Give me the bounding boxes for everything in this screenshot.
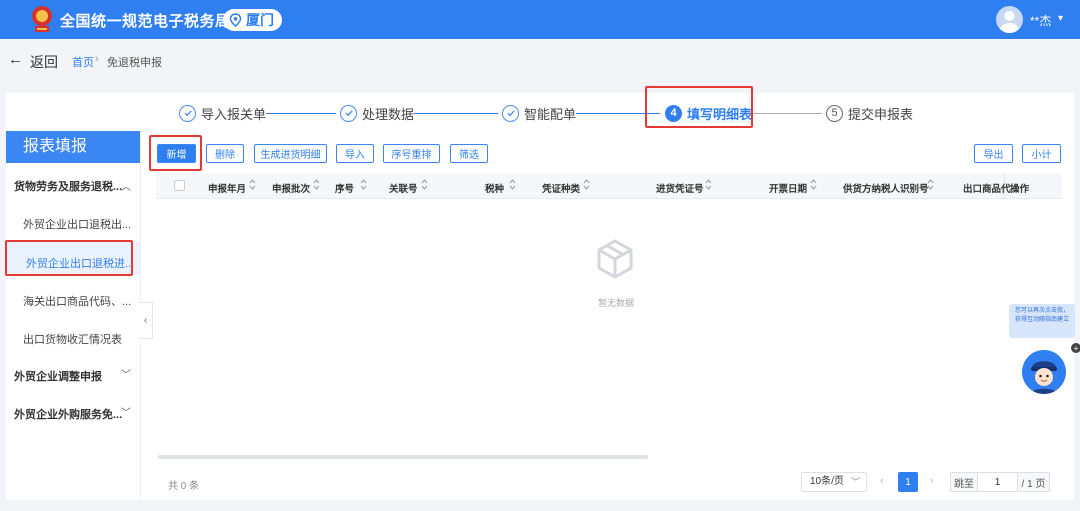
sort-icon[interactable] [421,178,428,191]
user-avatar-icon [999,11,1020,33]
total-count: 共 0 条 [168,481,200,492]
chevron-down-icon[interactable]: ﹀ [121,366,131,381]
breadcrumb-home[interactable]: 首页 [72,54,94,70]
sidebar-group-adjustment[interactable]: 外贸企业调整申报 [14,368,102,384]
chevron-down-icon[interactable]: ﹀ [121,404,131,419]
chevron-down-icon: ﹀ [850,477,860,487]
sidebar-title: 报表填报 [6,131,140,163]
step-process-data[interactable]: 处理数据 [340,102,414,124]
assistant-tip-bubble[interactable]: 您可以再次点击我，获得互动随指南建立 [1009,304,1075,338]
column-header[interactable]: 序号 [335,181,354,195]
empty-box-icon [597,239,633,279]
tax-emblem-icon [32,6,52,32]
sidebar-item-export-refund-out[interactable]: 外贸企业出口退税出... [23,216,131,232]
column-header[interactable]: 税种 [485,181,504,195]
sidebar-item-customs-code[interactable]: 海关出口商品代码、... [23,293,131,309]
sort-icon[interactable] [249,178,256,191]
breadcrumb-separator: › [95,53,99,65]
step-label: 提交申报表 [848,106,914,122]
chevron-down-icon[interactable]: ▾ [1058,13,1063,24]
sidebar-item-forex-receipt[interactable]: 出口货物收汇情况表 [23,331,122,347]
column-header[interactable]: 关联号 [389,181,418,195]
prev-page-icon[interactable]: ‹ [880,475,884,487]
step-import-declaration[interactable]: 导入报关单 [179,102,266,124]
sort-icon[interactable] [810,178,817,191]
highlight-add-button [149,135,202,171]
step-number: 5 [826,104,843,122]
column-header[interactable]: 操作 [1010,181,1029,195]
city-label: 厦门 [246,12,274,28]
step-connector [266,113,336,114]
column-header[interactable]: 进货凭证号 [656,181,704,195]
step-connector [414,113,498,114]
breadcrumb-current: 免退税申报 [107,57,162,69]
step-submit-report[interactable]: 5 提交申报表 [826,102,913,124]
sidebar-group-goods-services[interactable]: 货物劳务及服务退税... [14,178,122,194]
top-header: 全国统一规范电子税务局 厦门 **杰 ▾ [0,0,1080,39]
column-header[interactable]: 出口商品代 [963,181,1011,195]
highlight-active-sidebar-item [5,240,133,276]
check-circle-icon [179,104,196,122]
step-label: 处理数据 [362,106,415,122]
back-arrow-icon[interactable]: ← [8,51,23,68]
delete-button[interactable]: 删除 [206,144,244,163]
sort-icon[interactable] [313,178,320,191]
column-header[interactable]: 申报年月 [208,181,246,195]
highlight-active-step [645,86,753,128]
close-icon[interactable]: + [1071,343,1080,353]
filter-button[interactable]: 筛选 [450,144,488,163]
generate-purchase-details-button[interactable]: 生成进货明细 [254,144,327,163]
step-smart-match[interactable]: 智能配单 [502,102,576,124]
horizontal-scrollbar[interactable] [158,455,648,459]
city-selector[interactable]: 厦门 [223,9,282,31]
export-button[interactable]: 导出 [974,144,1013,163]
sort-icon[interactable] [583,178,590,191]
import-button[interactable]: 导入 [336,144,374,163]
column-header[interactable]: 凭证种类 [542,181,580,195]
chevron-up-icon[interactable]: ︿ [121,178,131,193]
assistant-mascot-icon [1022,350,1066,394]
step-label: 智能配单 [524,106,577,122]
user-name[interactable]: **杰 [1030,12,1051,29]
select-all-checkbox[interactable] [174,180,185,191]
page-number-current[interactable]: 1 [898,472,918,492]
back-button[interactable]: 返回 [30,52,58,72]
column-header[interactable]: 供货方纳税人识别号 [843,181,929,195]
step-connector [752,113,822,114]
column-header[interactable]: 开票日期 [769,181,807,195]
subtotal-button[interactable]: 小计 [1022,144,1061,163]
user-avatar[interactable] [996,6,1023,33]
total-pages: / 1 页 [1018,472,1050,492]
jump-to-input[interactable]: 1 [978,472,1018,492]
sidebar-collapse-button[interactable]: ‹ [139,302,153,339]
next-page-icon[interactable]: › [930,475,934,487]
empty-state-text: 暂无数据 [598,298,635,308]
page-size-select[interactable]: 10条/页 ﹀ [801,472,867,492]
location-pin-icon [229,13,242,27]
site-title: 全国统一规范电子税务局 [60,13,231,30]
sort-icon[interactable] [360,178,367,191]
sort-icon[interactable] [927,178,934,191]
check-circle-icon [340,104,357,122]
sort-icon[interactable] [509,178,516,191]
sidebar-group-purchased-services[interactable]: 外贸企业外购服务免... [14,406,122,422]
check-circle-icon [502,104,519,122]
page-size-value: 10条/页 [810,476,844,487]
sort-icon[interactable] [705,178,712,191]
column-header[interactable]: 申报批次 [272,181,310,195]
jump-to-label: 跳至 [950,472,978,492]
reorder-button[interactable]: 序号重排 [383,144,440,163]
step-label: 导入报关单 [201,106,267,122]
assistant-avatar[interactable] [1022,350,1066,394]
